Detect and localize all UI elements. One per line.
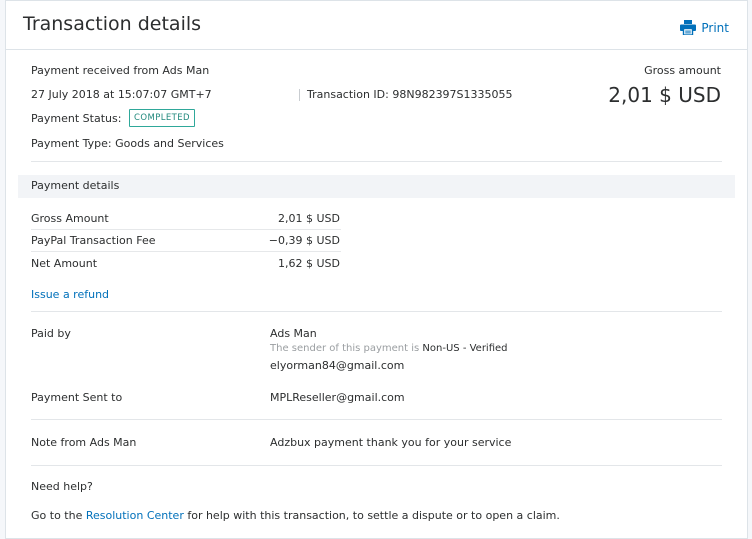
gross-amount-label: Gross amount [644,64,721,77]
card-header: Transaction details Print [6,1,747,50]
paid-by-label: Paid by [31,327,71,340]
fee-row-label: Net Amount [31,257,98,270]
sender-note: The sender of this payment is [270,343,420,354]
transaction-date: 27 July 2018 at 15:07:07 GMT+7 [31,88,212,101]
printer-icon [680,20,697,35]
print-label: Print [701,20,729,35]
fee-row-value: 2,01 $ USD [278,212,340,225]
sent-to-divider [31,419,722,420]
payer-email: elyorman84@gmail.com [270,359,405,372]
resolution-center-link[interactable]: Resolution Center [86,509,184,522]
payment-sent-to-label: Payment Sent to [31,391,123,404]
page-title: Transaction details [23,13,202,35]
payment-details-title: Payment details [31,179,120,192]
note-text: Adzbux payment thank you for your servic… [270,436,512,449]
sender-status-line: The sender of this payment is Non-US - V… [270,343,508,354]
status-badge: COMPLETED [129,109,195,127]
note-label: Note from Ads Man [31,436,137,449]
fee-row-label: PayPal Transaction Fee [31,234,156,247]
need-help-title: Need help? [31,480,93,493]
gross-amount-value: 2,01 $ USD [608,83,721,107]
help-prefix: Go to the [31,509,83,522]
recipient-email: MPLReseller@gmail.com [270,391,405,404]
payer-name: Ads Man [270,327,317,340]
received-from-text: Payment received from Ads Man [31,64,210,77]
summary-divider [31,161,722,162]
details-divider [31,311,722,312]
payment-status-label: Payment Status: [31,112,122,125]
payment-type-text: Payment Type: Goods and Services [31,137,224,150]
help-text: Go to the Resolution Center for help wit… [31,509,560,522]
row-divider [31,251,341,252]
fee-row-label: Gross Amount [31,212,109,225]
transaction-details-card: Transaction details Print Payment receiv… [5,0,748,539]
print-button[interactable]: Print [680,20,729,35]
transaction-id: Transaction ID: 98N982397S1335055 [307,88,513,101]
note-divider [31,465,722,466]
sender-verification-status: Non-US - Verified [422,343,508,354]
row-divider [31,229,341,230]
payment-details-header: Payment details [18,175,735,198]
help-suffix: for help with this transaction, to settl… [187,509,560,522]
fee-row-value: 1,62 $ USD [278,257,340,270]
date-id-separator [299,89,300,101]
fee-row-value: −0,39 $ USD [268,234,340,247]
issue-refund-link[interactable]: Issue a refund [31,288,109,301]
